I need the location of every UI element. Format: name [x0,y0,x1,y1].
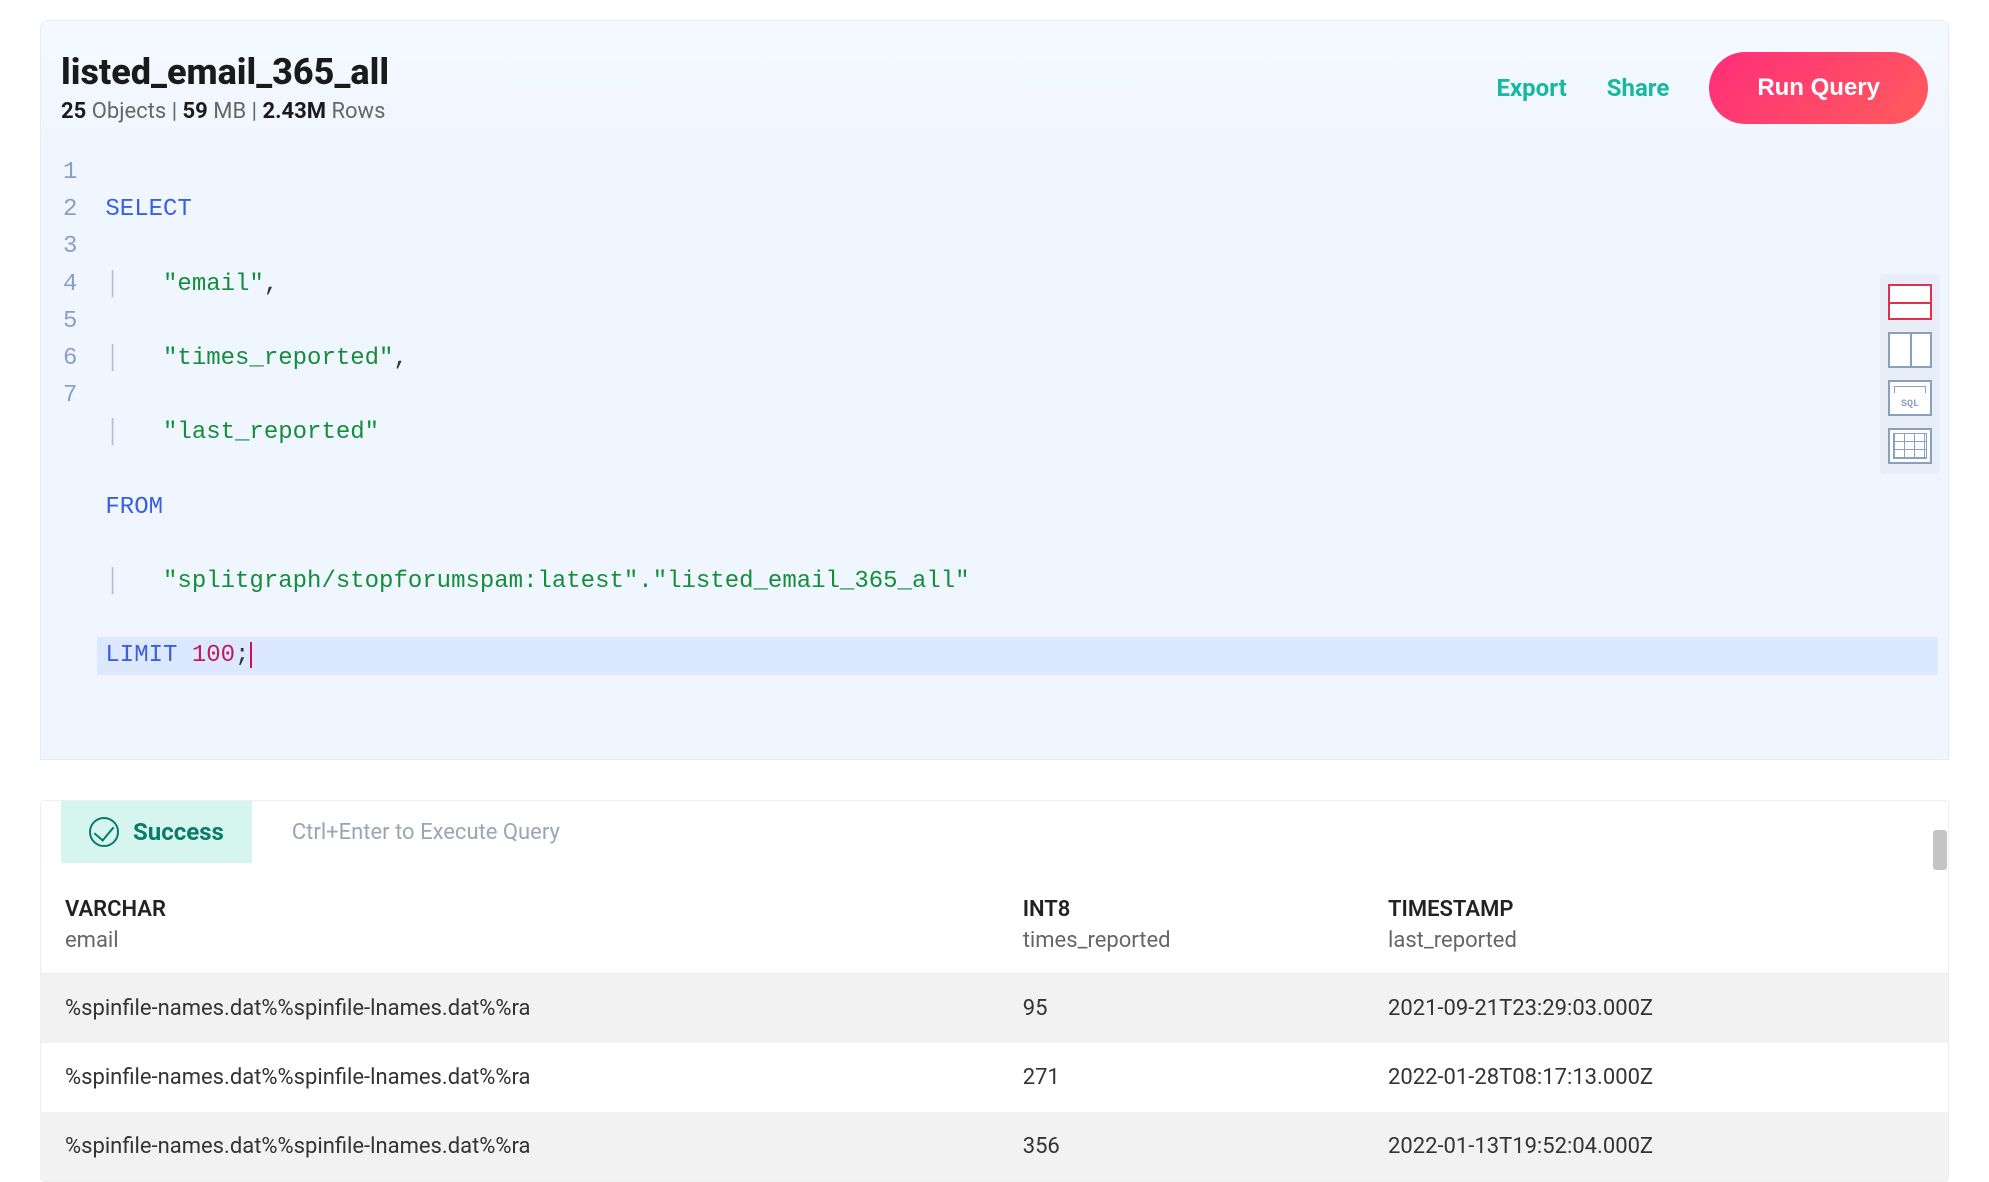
table-title: listed_email_365_all [61,51,389,93]
col-last-reported: "last_reported" [163,419,379,446]
cursor-icon [250,642,252,668]
table-row[interactable]: %spinfile-names.dat%%spinfile-lnames.dat… [41,1112,1948,1181]
semicolon: ; [235,642,249,669]
rows-label: Rows [331,99,385,124]
scroll-thumb[interactable] [1933,830,1947,870]
kw-limit: LIMIT [105,642,177,669]
indent-guide: │ [105,568,163,595]
sql-icon-label: SQL [1901,397,1919,413]
header-right: Export Share Run Query [1496,52,1928,124]
cell-last-reported: 2021-09-21T23:29:03.000Z [1364,974,1948,1044]
view-mode-toolbar: SQL [1880,274,1940,474]
kw-from: FROM [105,494,163,521]
line-number: 1 [63,154,77,191]
col-name: times_reported [999,926,1364,974]
objects-count: 25 [61,99,86,124]
execute-hint: Ctrl+Enter to Execute Query [292,820,560,845]
sql-editor[interactable]: 1 2 3 4 5 6 7 SELECT │ "email", │ "times… [40,144,1949,760]
line-number: 6 [63,340,77,377]
run-query-button[interactable]: Run Query [1709,52,1928,124]
export-button[interactable]: Export [1496,74,1566,102]
rows-count: 2.43M [262,99,326,124]
sql-only-icon[interactable]: SQL [1888,380,1932,416]
cell-times-reported: 356 [999,1112,1364,1181]
layout-vertical-split-icon[interactable] [1888,332,1932,368]
code-content[interactable]: SELECT │ "email", │ "times_reported", │ … [93,144,1948,759]
col-times-reported: "times_reported" [163,345,393,372]
cell-times-reported: 95 [999,974,1364,1044]
check-circle-icon [89,817,119,847]
line-number: 5 [63,303,77,340]
divider: | [172,99,183,124]
cell-times-reported: 271 [999,1043,1364,1112]
cell-last-reported: 2022-01-28T08:17:13.000Z [1364,1043,1948,1112]
objects-label: Objects [92,99,167,124]
line-gutter: 1 2 3 4 5 6 7 [41,144,93,759]
status-badge: Success [61,801,252,863]
line-number: 7 [63,377,77,414]
table-row[interactable]: %spinfile-names.dat%%spinfile-lnames.dat… [41,974,1948,1044]
line-number: 4 [63,266,77,303]
kw-select: SELECT [105,196,191,223]
cell-email: %spinfile-names.dat%%spinfile-lnames.dat… [41,974,999,1044]
col-type: TIMESTAMP [1364,883,1948,926]
header: listed_email_365_all 25 Objects | 59 MB … [40,20,1949,144]
results-table: VARCHAR INT8 TIMESTAMP email times_repor… [41,883,1948,1181]
col-type: INT8 [999,883,1364,926]
indent-guide: │ [105,345,163,372]
col-name: email [41,926,999,974]
scrollbar[interactable] [1933,830,1947,1070]
line-number: 3 [63,228,77,265]
table-ref: "splitgraph/stopforumspam:latest"."liste… [163,568,970,595]
size-unit: MB [213,99,246,124]
col-type: VARCHAR [41,883,999,926]
results-panel: Success Ctrl+Enter to Execute Query VARC… [40,800,1949,1182]
col-email: "email" [163,271,264,298]
share-button[interactable]: Share [1607,74,1670,102]
status-text: Success [133,818,224,846]
cell-email: %spinfile-names.dat%%spinfile-lnames.dat… [41,1112,999,1181]
header-left: listed_email_365_all 25 Objects | 59 MB … [61,51,389,124]
indent-guide: │ [105,271,163,298]
layout-horizontal-split-icon[interactable] [1888,284,1932,320]
col-name: last_reported [1364,926,1948,974]
status-row: Success Ctrl+Enter to Execute Query [41,801,1948,863]
cell-email: %spinfile-names.dat%%spinfile-lnames.dat… [41,1043,999,1112]
indent-guide: │ [105,419,163,446]
limit-value: 100 [192,642,235,669]
size-value: 59 [183,99,208,124]
line-number: 2 [63,191,77,228]
table-subtitle: 25 Objects | 59 MB | 2.43M Rows [61,99,389,124]
table-only-icon[interactable] [1888,428,1932,464]
table-row[interactable]: %spinfile-names.dat%%spinfile-lnames.dat… [41,1043,1948,1112]
divider: | [252,99,263,124]
cell-last-reported: 2022-01-13T19:52:04.000Z [1364,1112,1948,1181]
